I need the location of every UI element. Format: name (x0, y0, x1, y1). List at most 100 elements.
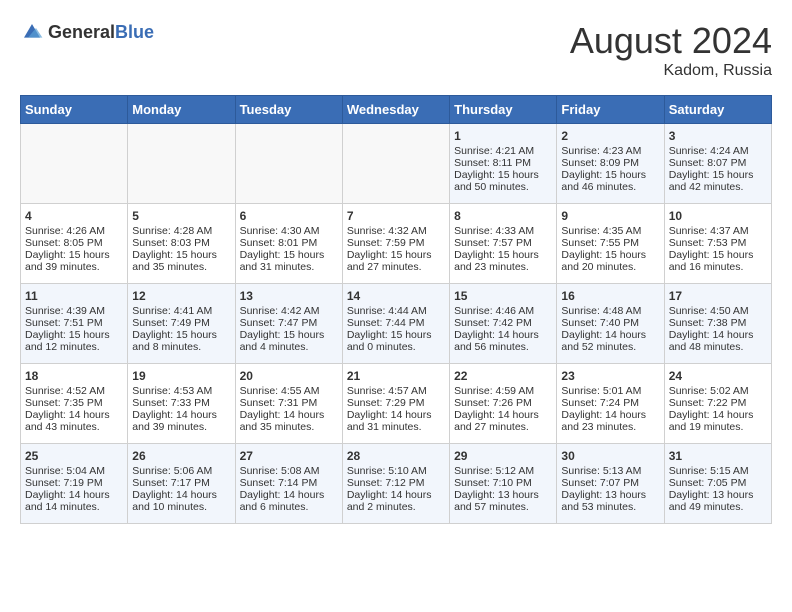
calendar-cell: 17Sunrise: 4:50 AMSunset: 7:38 PMDayligh… (664, 284, 771, 364)
calendar-cell: 28Sunrise: 5:10 AMSunset: 7:12 PMDayligh… (342, 444, 449, 524)
calendar-cell: 6Sunrise: 4:30 AMSunset: 8:01 PMDaylight… (235, 204, 342, 284)
day-info-line: Sunrise: 4:26 AM (25, 225, 123, 237)
day-info-line: and 0 minutes. (347, 341, 445, 353)
day-info-line: Sunset: 7:10 PM (454, 477, 552, 489)
logo: GeneralBlue (20, 20, 154, 44)
day-info-line: Sunset: 7:47 PM (240, 317, 338, 329)
day-info-line: Sunrise: 4:53 AM (132, 385, 230, 397)
day-info-line: and 52 minutes. (561, 341, 659, 353)
day-number: 27 (240, 449, 338, 463)
day-info-line: Daylight: 15 hours (561, 249, 659, 261)
day-header-monday: Monday (128, 96, 235, 124)
calendar-cell: 21Sunrise: 4:57 AMSunset: 7:29 PMDayligh… (342, 364, 449, 444)
day-number: 9 (561, 209, 659, 223)
day-header-wednesday: Wednesday (342, 96, 449, 124)
day-info-line: Sunrise: 4:39 AM (25, 305, 123, 317)
calendar-cell: 10Sunrise: 4:37 AMSunset: 7:53 PMDayligh… (664, 204, 771, 284)
day-info-line: Sunset: 8:09 PM (561, 157, 659, 169)
calendar-cell: 2Sunrise: 4:23 AMSunset: 8:09 PMDaylight… (557, 124, 664, 204)
day-info-line: Sunset: 7:29 PM (347, 397, 445, 409)
day-info-line: Daylight: 15 hours (669, 249, 767, 261)
day-info-line: Sunrise: 4:35 AM (561, 225, 659, 237)
day-number: 12 (132, 289, 230, 303)
calendar-cell: 4Sunrise: 4:26 AMSunset: 8:05 PMDaylight… (21, 204, 128, 284)
day-header-tuesday: Tuesday (235, 96, 342, 124)
day-info-line: Daylight: 15 hours (240, 249, 338, 261)
day-number: 10 (669, 209, 767, 223)
day-info-line: Daylight: 15 hours (669, 169, 767, 181)
page-header: GeneralBlue August 2024 Kadom, Russia (20, 20, 772, 80)
day-info-line: Sunset: 7:05 PM (669, 477, 767, 489)
day-number: 5 (132, 209, 230, 223)
calendar-cell: 18Sunrise: 4:52 AMSunset: 7:35 PMDayligh… (21, 364, 128, 444)
day-info-line: Sunset: 7:19 PM (25, 477, 123, 489)
month-year: August 2024 (570, 20, 772, 62)
day-info-line: Daylight: 14 hours (240, 489, 338, 501)
day-info-line: and 57 minutes. (454, 501, 552, 513)
day-number: 17 (669, 289, 767, 303)
day-info-line: Sunrise: 5:01 AM (561, 385, 659, 397)
calendar-cell: 29Sunrise: 5:12 AMSunset: 7:10 PMDayligh… (450, 444, 557, 524)
day-number: 1 (454, 129, 552, 143)
day-info-line: Sunrise: 4:52 AM (25, 385, 123, 397)
calendar-cell: 30Sunrise: 5:13 AMSunset: 7:07 PMDayligh… (557, 444, 664, 524)
day-info-line: and 27 minutes. (347, 261, 445, 273)
week-row-3: 11Sunrise: 4:39 AMSunset: 7:51 PMDayligh… (21, 284, 772, 364)
day-info-line: Daylight: 15 hours (454, 249, 552, 261)
day-info-line: Sunset: 7:22 PM (669, 397, 767, 409)
day-number: 8 (454, 209, 552, 223)
day-info-line: Daylight: 15 hours (347, 249, 445, 261)
day-info-line: Daylight: 15 hours (25, 329, 123, 341)
day-info-line: and 23 minutes. (454, 261, 552, 273)
day-info-line: Sunset: 7:55 PM (561, 237, 659, 249)
calendar-cell: 31Sunrise: 5:15 AMSunset: 7:05 PMDayligh… (664, 444, 771, 524)
day-info-line: Daylight: 14 hours (132, 489, 230, 501)
calendar-cell: 12Sunrise: 4:41 AMSunset: 7:49 PMDayligh… (128, 284, 235, 364)
calendar-cell: 20Sunrise: 4:55 AMSunset: 7:31 PMDayligh… (235, 364, 342, 444)
day-info-line: Sunrise: 4:33 AM (454, 225, 552, 237)
calendar-cell: 9 Sunrise: 4:35 AMSunset: 7:55 PMDaylight… (557, 204, 664, 284)
day-info-line: Daylight: 14 hours (132, 409, 230, 421)
calendar-body: 1Sunrise: 4:21 AMSunset: 8:11 PMDaylight… (21, 124, 772, 524)
day-info-line: Sunset: 7:59 PM (347, 237, 445, 249)
day-number: 25 (25, 449, 123, 463)
day-info-line: Daylight: 15 hours (561, 169, 659, 181)
day-header-saturday: Saturday (664, 96, 771, 124)
day-number: 6 (240, 209, 338, 223)
week-row-1: 1Sunrise: 4:21 AMSunset: 8:11 PMDaylight… (21, 124, 772, 204)
week-row-5: 25Sunrise: 5:04 AMSunset: 7:19 PMDayligh… (21, 444, 772, 524)
day-info-line: and 48 minutes. (669, 341, 767, 353)
calendar-cell: 24Sunrise: 5:02 AMSunset: 7:22 PMDayligh… (664, 364, 771, 444)
day-info-line: and 56 minutes. (454, 341, 552, 353)
day-number: 13 (240, 289, 338, 303)
day-info-line: and 19 minutes. (669, 421, 767, 433)
day-info-line: Sunset: 7:07 PM (561, 477, 659, 489)
day-number: 21 (347, 369, 445, 383)
calendar-cell: 25Sunrise: 5:04 AMSunset: 7:19 PMDayligh… (21, 444, 128, 524)
logo-blue: Blue (115, 22, 154, 42)
day-info-line: and 8 minutes. (132, 341, 230, 353)
day-info-line: and 4 minutes. (240, 341, 338, 353)
day-header-thursday: Thursday (450, 96, 557, 124)
day-number: 31 (669, 449, 767, 463)
day-info-line: Sunset: 8:03 PM (132, 237, 230, 249)
calendar-header: SundayMondayTuesdayWednesdayThursdayFrid… (21, 96, 772, 124)
day-number: 18 (25, 369, 123, 383)
calendar-cell: 7Sunrise: 4:32 AMSunset: 7:59 PMDaylight… (342, 204, 449, 284)
day-number: 28 (347, 449, 445, 463)
calendar-cell (21, 124, 128, 204)
day-info-line: Sunset: 7:31 PM (240, 397, 338, 409)
day-info-line: and 39 minutes. (132, 421, 230, 433)
day-info-line: Daylight: 15 hours (25, 249, 123, 261)
calendar-cell: 14Sunrise: 4:44 AMSunset: 7:44 PMDayligh… (342, 284, 449, 364)
day-info-line: Sunrise: 4:21 AM (454, 145, 552, 157)
day-info-line: Sunrise: 5:13 AM (561, 465, 659, 477)
day-info-line: and 35 minutes. (240, 421, 338, 433)
day-info-line: and 14 minutes. (25, 501, 123, 513)
day-info-line: and 31 minutes. (240, 261, 338, 273)
day-number: 16 (561, 289, 659, 303)
day-info-line: Daylight: 15 hours (347, 329, 445, 341)
day-info-line: Daylight: 13 hours (669, 489, 767, 501)
day-info-line: Daylight: 14 hours (240, 409, 338, 421)
day-number: 26 (132, 449, 230, 463)
